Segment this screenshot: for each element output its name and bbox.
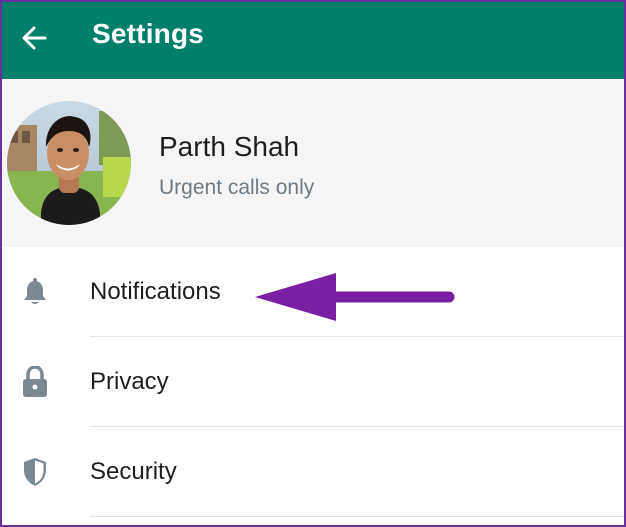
divider — [90, 516, 624, 517]
page-title: Settings — [92, 18, 205, 49]
lock-icon — [20, 366, 50, 397]
menu-item-privacy[interactable]: Privacy — [2, 337, 624, 427]
menu-item-label: Privacy — [90, 368, 169, 395]
avatar[interactable] — [7, 101, 131, 225]
annotation-arrow-icon — [255, 273, 455, 321]
menu-item-label: Notifications — [90, 278, 221, 305]
profile-status: Urgent calls only — [159, 176, 315, 199]
app-bar: Settings — [2, 2, 624, 79]
arrow-left-icon — [22, 26, 47, 50]
settings-screen: Settings Parth Shah Urgent calls only No… — [0, 0, 626, 527]
shield-icon — [20, 457, 50, 487]
back-button[interactable] — [16, 20, 52, 56]
menu-item-security[interactable]: Security — [2, 427, 624, 517]
profile-name: Parth Shah — [159, 131, 300, 162]
menu-item-label: Security — [90, 458, 177, 485]
profile-row[interactable]: Parth Shah Urgent calls only — [2, 79, 624, 247]
bell-icon — [20, 277, 50, 307]
